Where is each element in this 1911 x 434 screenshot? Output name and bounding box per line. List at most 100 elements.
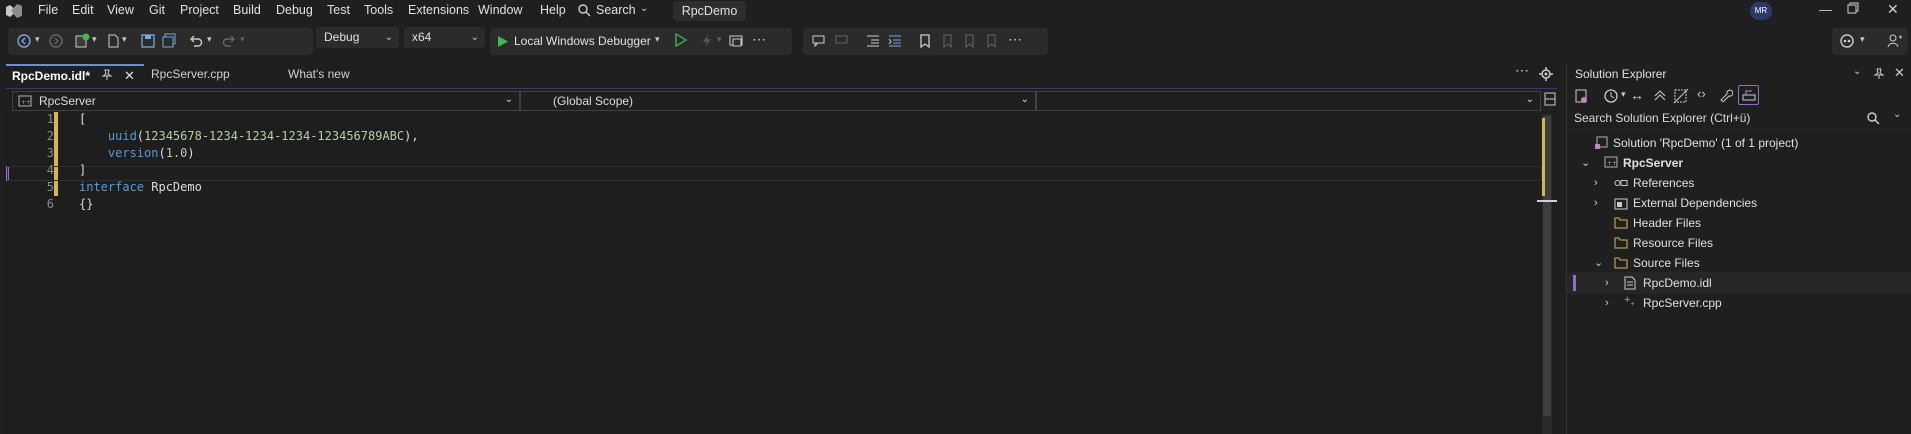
tree-item-rpcdemo-idl[interactable]: › RpcDemo.idl bbox=[1567, 272, 1911, 294]
chevron-right-icon[interactable]: › bbox=[1605, 272, 1609, 294]
view-code-icon[interactable]: ‹› bbox=[1697, 86, 1706, 101]
new-project-icon[interactable] bbox=[74, 33, 90, 49]
menu-debug[interactable]: Debug bbox=[276, 3, 313, 17]
close-tab-icon[interactable]: ✕ bbox=[124, 66, 135, 86]
save-icon[interactable] bbox=[140, 33, 156, 49]
forward-navigate-icon[interactable] bbox=[48, 33, 64, 49]
tree-item-external-dependencies[interactable]: › External Dependencies bbox=[1567, 192, 1911, 214]
tree-item-project[interactable]: ⌄ ++ RpcServer bbox=[1567, 152, 1911, 174]
add-item-dropdown-icon[interactable]: ▾ bbox=[122, 34, 138, 50]
project-dropdown[interactable]: ++ RpcServer ⌄ bbox=[12, 91, 520, 111]
scrollbar-change-marker bbox=[1542, 118, 1545, 196]
uncomment-icon[interactable] bbox=[834, 33, 850, 49]
close-panel-icon[interactable]: ✕ bbox=[1894, 65, 1905, 81]
bookmark-icon[interactable] bbox=[917, 33, 933, 49]
avatar[interactable]: MR bbox=[1750, 2, 1772, 20]
back-navigate-icon[interactable] bbox=[16, 33, 32, 49]
filter-dropdown-icon[interactable]: ▾ bbox=[1621, 89, 1626, 100]
platform-dropdown[interactable]: x64 ⌄ bbox=[404, 27, 485, 48]
tab-rpcserver-cpp[interactable]: RpcServer.cpp bbox=[151, 64, 230, 86]
scope-dropdown[interactable]: (Global Scope) ⌄ bbox=[520, 91, 1036, 111]
solution-icon bbox=[1595, 136, 1609, 150]
menu-help[interactable]: Help bbox=[540, 3, 566, 17]
indent-icon[interactable] bbox=[887, 33, 903, 49]
chevron-right-icon[interactable]: › bbox=[1594, 192, 1598, 214]
restore-icon[interactable] bbox=[1847, 2, 1859, 14]
menu-project[interactable]: Project bbox=[180, 3, 219, 17]
chevron-expanded-icon[interactable]: ⌄ bbox=[1594, 252, 1603, 274]
switch-views-icon[interactable] bbox=[1573, 88, 1589, 104]
line-number: 6 bbox=[46, 197, 54, 211]
menu-git[interactable]: Git bbox=[149, 3, 165, 17]
more-options-icon[interactable]: ⋯ bbox=[1008, 31, 1024, 47]
menu-bar: File Edit View Git Project Build Debug T… bbox=[0, 0, 1911, 22]
split-editor-icon[interactable] bbox=[1544, 92, 1556, 106]
chevron-right-icon[interactable]: › bbox=[1605, 292, 1609, 314]
tab-whats-new[interactable]: What's new bbox=[288, 64, 350, 86]
pending-changes-filter-icon[interactable] bbox=[1603, 88, 1619, 104]
undo-icon[interactable] bbox=[188, 33, 204, 49]
search-icon bbox=[578, 4, 591, 17]
redo-icon[interactable] bbox=[221, 33, 237, 49]
configuration-dropdown[interactable]: Debug ⌄ bbox=[316, 27, 399, 48]
properties-wrench-icon[interactable] bbox=[1719, 88, 1733, 102]
tree-item-rpcserver-cpp[interactable]: › ++ RpcServer.cpp bbox=[1567, 292, 1911, 314]
menu-window[interactable]: Window bbox=[478, 3, 522, 17]
chevron-right-icon[interactable]: › bbox=[1594, 172, 1598, 194]
next-bookmark-icon[interactable] bbox=[961, 33, 977, 49]
previous-bookmark-icon[interactable] bbox=[939, 33, 955, 49]
outdent-icon[interactable] bbox=[865, 33, 881, 49]
solution-search-box[interactable]: Search Solution Explorer (Ctrl+ü) ⌄ bbox=[1568, 108, 1910, 130]
menu-build[interactable]: Build bbox=[233, 3, 261, 17]
code-line[interactable]: interface RpcDemo bbox=[79, 180, 202, 194]
code-editor[interactable]: 1 2 3 4 5 6 [ uuid(12345678-1234-1234-12… bbox=[6, 112, 1557, 434]
menu-edit[interactable]: Edit bbox=[72, 3, 94, 17]
visual-studio-logo-icon[interactable] bbox=[5, 3, 23, 19]
tab-rpcdemo-idl[interactable]: RpcDemo.idl* ✕ bbox=[6, 64, 144, 86]
preview-selected-items-button[interactable] bbox=[1738, 85, 1759, 105]
add-item-icon[interactable] bbox=[105, 33, 121, 49]
menu-view[interactable]: View bbox=[107, 3, 134, 17]
code-line[interactable]: [ bbox=[79, 112, 86, 126]
tab-overflow-icon[interactable]: ⋯ bbox=[1515, 62, 1529, 79]
menu-tools[interactable]: Tools bbox=[364, 3, 393, 17]
collapse-all-icon[interactable] bbox=[1653, 88, 1667, 102]
code-line[interactable]: ] bbox=[79, 163, 86, 177]
show-all-files-icon[interactable] bbox=[1673, 88, 1689, 104]
gear-icon[interactable] bbox=[1539, 67, 1553, 81]
pin-icon[interactable] bbox=[1873, 68, 1885, 80]
search-options-icon[interactable]: ⌄ bbox=[1893, 109, 1901, 120]
panel-options-icon[interactable]: ⌄ bbox=[1853, 66, 1861, 77]
start-without-debugging-icon[interactable] bbox=[674, 33, 690, 49]
code-line[interactable]: {} bbox=[79, 197, 93, 211]
debugger-dropdown-icon[interactable]: ▾ bbox=[655, 34, 671, 50]
tree-item-solution[interactable]: Solution 'RpcDemo' (1 of 1 project) bbox=[1567, 132, 1911, 154]
browser-link-icon[interactable] bbox=[728, 33, 744, 49]
code-line[interactable]: version(1.0) bbox=[79, 146, 195, 160]
live-share-icon[interactable] bbox=[1887, 33, 1903, 49]
menu-extensions[interactable]: Extensions bbox=[408, 3, 469, 17]
chevron-expanded-icon[interactable]: ⌄ bbox=[1581, 152, 1590, 174]
tree-item-source-files[interactable]: ⌄ Source Files bbox=[1567, 252, 1911, 274]
save-all-icon[interactable] bbox=[161, 33, 177, 49]
pin-icon[interactable] bbox=[101, 69, 113, 81]
copilot-dropdown-icon[interactable]: ▾ bbox=[1860, 34, 1876, 50]
start-debugging-button[interactable]: Local Windows Debugger bbox=[495, 31, 668, 52]
hot-reload-icon[interactable] bbox=[699, 33, 715, 49]
more-options-icon[interactable]: ⋯ bbox=[752, 31, 768, 47]
copilot-icon[interactable] bbox=[1838, 33, 1854, 49]
redo-dropdown-icon[interactable]: ▾ bbox=[240, 34, 256, 50]
menu-test[interactable]: Test bbox=[327, 3, 350, 17]
tree-item-resource-files[interactable]: Resource Files bbox=[1567, 232, 1911, 254]
minimize-icon[interactable]: — bbox=[1819, 2, 1832, 17]
vertical-scrollbar[interactable] bbox=[1537, 114, 1557, 434]
sync-with-document-icon[interactable]: ↔ bbox=[1630, 87, 1644, 103]
member-dropdown[interactable]: ⌄ bbox=[1036, 91, 1541, 111]
code-line[interactable]: uuid(12345678-1234-1234-1234-123456789AB… bbox=[79, 129, 419, 143]
tree-item-header-files[interactable]: Header Files bbox=[1567, 212, 1911, 234]
tree-item-references[interactable]: › References bbox=[1567, 172, 1911, 194]
menu-file[interactable]: File bbox=[38, 3, 58, 17]
clear-bookmarks-icon[interactable] bbox=[983, 33, 999, 49]
comment-icon[interactable] bbox=[811, 33, 827, 49]
close-window-icon[interactable]: ✕ bbox=[1887, 1, 1899, 18]
